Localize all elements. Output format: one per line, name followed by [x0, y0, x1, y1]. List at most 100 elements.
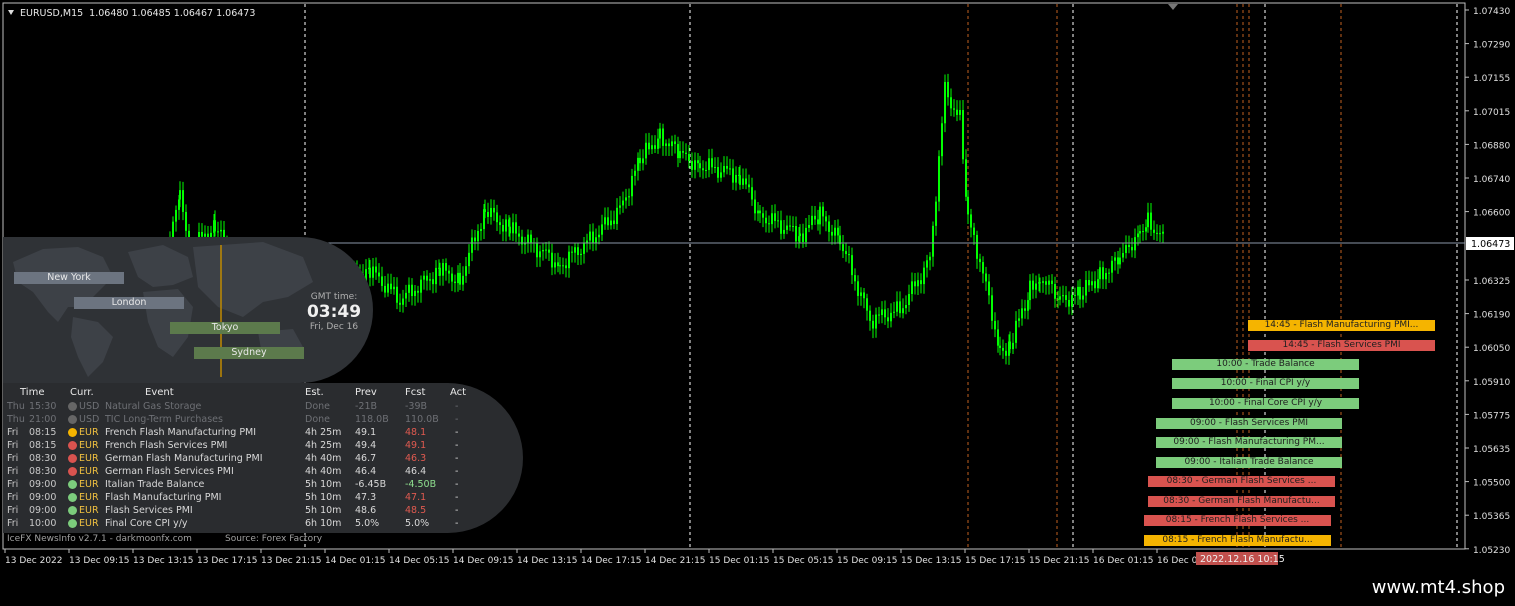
- news-estimate: 4h 25m: [305, 427, 342, 438]
- price-label: 1.05775: [1473, 411, 1510, 421]
- event-bar[interactable]: 09:00 - Italian Trade Balance: [1156, 457, 1342, 468]
- watermark-bar: www.mt4.shop: [0, 572, 1515, 606]
- news-forecast: 46.4: [405, 466, 427, 477]
- candle-body: [1147, 212, 1149, 228]
- candle-body: [765, 217, 767, 224]
- candle-body: [890, 312, 892, 322]
- candle-body: [505, 219, 507, 232]
- news-time: 08:15: [29, 440, 57, 451]
- candle-body: [711, 158, 713, 168]
- candle-body: [1079, 286, 1081, 300]
- candle-body: [474, 237, 476, 242]
- news-event: Flash Manufacturing PMI: [105, 492, 222, 503]
- candle-body: [814, 215, 816, 220]
- candle-body: [682, 151, 684, 153]
- news-day: Fri: [7, 440, 19, 451]
- candle-body: [592, 231, 594, 243]
- candle-body: [702, 168, 704, 171]
- candle-body: [982, 262, 984, 274]
- news-estimate: 5h 10m: [305, 492, 342, 503]
- candle-body: [685, 152, 687, 154]
- event-bar[interactable]: 09:00 - Flash Services PMI: [1156, 418, 1342, 429]
- candle-body: [642, 158, 644, 164]
- news-currency: EUR: [79, 453, 99, 464]
- candle-body: [551, 252, 553, 268]
- candle-body: [1105, 272, 1107, 280]
- impact-dot-icon: [68, 415, 77, 424]
- candle-body: [451, 273, 453, 282]
- candle-body: [432, 279, 434, 285]
- price-label: 1.05230: [1473, 546, 1510, 556]
- candle-body: [557, 262, 559, 267]
- impact-dot-icon: [68, 454, 77, 463]
- event-bar[interactable]: 08:15 - French Flash Manufactu...: [1144, 535, 1331, 546]
- event-bar[interactable]: 08:30 - German Flash Services ...: [1148, 476, 1335, 487]
- candle-body: [811, 215, 813, 225]
- news-estimate: 6h 10m: [305, 518, 342, 529]
- candle-body: [175, 209, 177, 222]
- candle-body: [991, 295, 993, 321]
- candle-body: [1015, 320, 1017, 343]
- candle-body: [598, 234, 600, 238]
- news-estimate: 4h 25m: [305, 440, 342, 451]
- candle-body: [745, 178, 747, 185]
- candle-body: [878, 314, 880, 316]
- event-bar[interactable]: 08:30 - German Flash Manufactu...: [1148, 496, 1335, 507]
- candle-body: [648, 142, 650, 150]
- candle-body: [654, 145, 656, 149]
- candle-body: [613, 220, 615, 225]
- candle-body: [962, 110, 964, 160]
- impact-dot-icon: [68, 480, 77, 489]
- candle-body: [896, 301, 898, 312]
- price-label: 1.07155: [1473, 74, 1510, 84]
- candle-body: [1024, 308, 1026, 311]
- watermark-text: www.mt4.shop: [1371, 577, 1505, 598]
- event-bar[interactable]: 14:45 - Flash Services PMI: [1248, 340, 1435, 351]
- candle-body: [1059, 296, 1061, 300]
- candle-body: [477, 230, 479, 242]
- time-axis: 13 Dec 2022 13 Dec 09:15 13 Dec 13:15 13 De…: [4, 549, 1203, 566]
- candle-body: [970, 214, 972, 228]
- event-bar[interactable]: 09:00 - Flash Manufacturing PM...: [1156, 437, 1342, 448]
- candle-body: [1029, 280, 1031, 301]
- candle-body: [1068, 299, 1070, 307]
- news-day: Fri: [7, 492, 19, 503]
- candle-body: [408, 284, 410, 293]
- candle-body: [828, 221, 830, 232]
- news-previous: 46.4: [355, 466, 377, 477]
- candle-body: [671, 141, 673, 147]
- price-label: 1.07430: [1473, 7, 1510, 17]
- candle-body: [831, 231, 833, 236]
- candle-body: [457, 272, 459, 284]
- candle-body: [554, 262, 556, 268]
- event-bar[interactable]: 14:45 - Flash Manufacturing PMI...: [1248, 320, 1435, 331]
- candle-body: [490, 207, 492, 217]
- news-footer-source: Source: Forex Factory: [225, 534, 323, 544]
- impact-dot-icon: [68, 493, 77, 502]
- event-bar[interactable]: 10:00 - Trade Balance: [1172, 359, 1359, 370]
- candle-body: [577, 247, 579, 256]
- candle-body: [429, 279, 431, 281]
- candle-body: [1065, 295, 1067, 300]
- candle-body: [795, 226, 797, 242]
- candle-body: [860, 292, 862, 296]
- candle-body: [748, 184, 750, 188]
- news-estimate: 4h 40m: [305, 466, 342, 477]
- time-label: 14 Dec 17:15: [581, 556, 642, 566]
- gmt-date: Fri, Dec 16: [309, 322, 359, 332]
- event-bar[interactable]: 10:00 - Final CPI y/y: [1172, 378, 1359, 389]
- news-actual: -: [455, 518, 459, 529]
- news-currency: EUR: [79, 505, 99, 516]
- news-previous: 47.3: [355, 492, 377, 503]
- event-bar[interactable]: 08:15 - French Flash Services ...: [1144, 515, 1331, 526]
- price-label: 1.06050: [1473, 344, 1510, 354]
- candle-body: [645, 142, 647, 159]
- impact-dot-icon: [68, 467, 77, 476]
- news-day: Fri: [7, 453, 19, 464]
- event-bar[interactable]: 10:00 - Final Core CPI y/y: [1172, 398, 1359, 409]
- candle-body: [935, 201, 937, 226]
- candle-body: [1097, 279, 1099, 289]
- news-currency: EUR: [79, 479, 99, 490]
- candle-body: [759, 210, 761, 214]
- news-forecast: 110.0B: [405, 414, 439, 425]
